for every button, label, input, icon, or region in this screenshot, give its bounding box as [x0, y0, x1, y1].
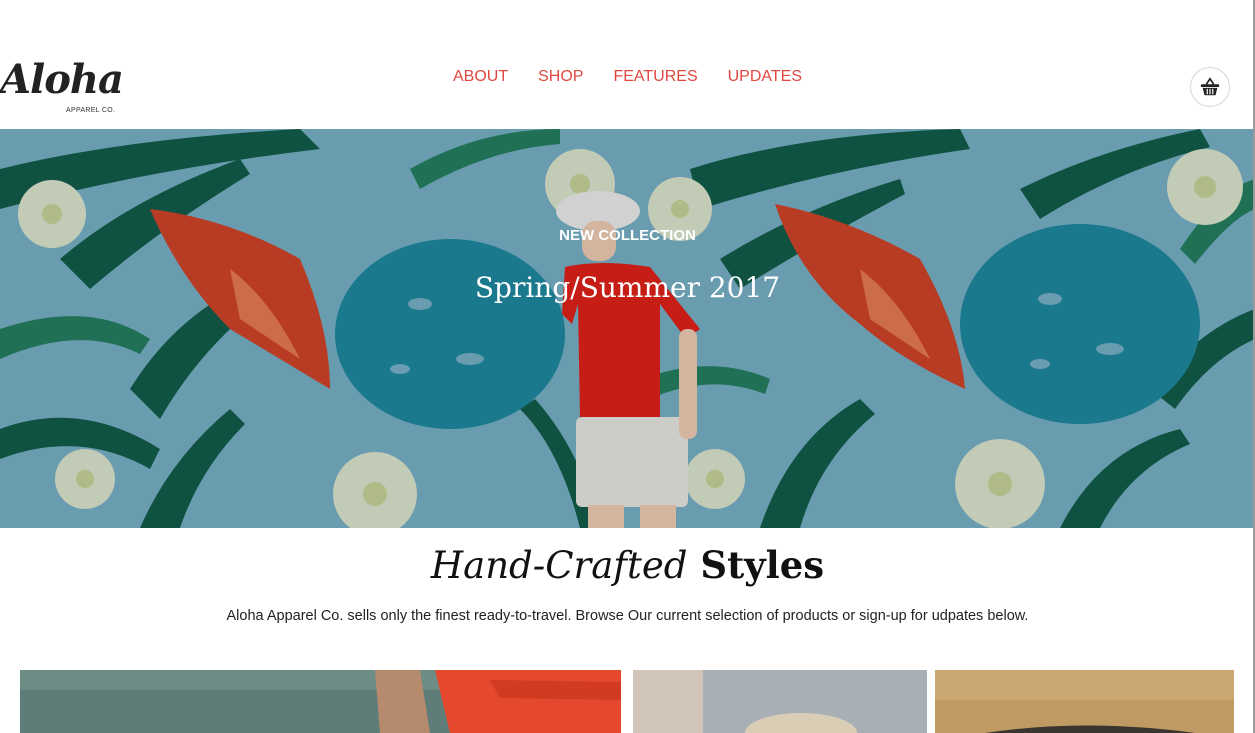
product-tile[interactable] [633, 670, 927, 733]
hero-tropical-image [0, 129, 1255, 528]
basket-icon [1200, 77, 1220, 96]
hero-banner: NEW COLLECTION Spring/Summer 2017 [0, 129, 1255, 528]
section-heading: Hand-Crafted Styles [0, 545, 1255, 587]
nav-item-shop[interactable]: SHOP [538, 68, 583, 86]
nav-item-features[interactable]: FEATURES [613, 68, 697, 86]
product-tile[interactable] [20, 670, 621, 733]
product-image [633, 670, 927, 733]
nav-item-about[interactable]: ABOUT [453, 68, 508, 86]
hero-title: Spring/Summer 2017 [474, 271, 781, 304]
hero-eyebrow: NEW COLLECTION [559, 227, 696, 244]
product-image [20, 670, 621, 733]
brand-tagline: APPAREL CO. [66, 107, 116, 114]
cart-button[interactable] [1190, 67, 1230, 107]
main-nav: ABOUT SHOP FEATURES UPDATES [0, 68, 1255, 86]
product-tile[interactable] [935, 670, 1234, 733]
site-header: Aloha APPAREL CO. ABOUT SHOP FEATURES UP… [0, 0, 1255, 129]
product-image [935, 670, 1234, 733]
section-heading-italic: Hand-Crafted [430, 544, 688, 587]
section-heading-bold: Styles [700, 543, 825, 587]
section-description: Aloha Apparel Co. sells only the finest … [226, 608, 1029, 624]
nav-item-updates[interactable]: UPDATES [728, 68, 802, 86]
